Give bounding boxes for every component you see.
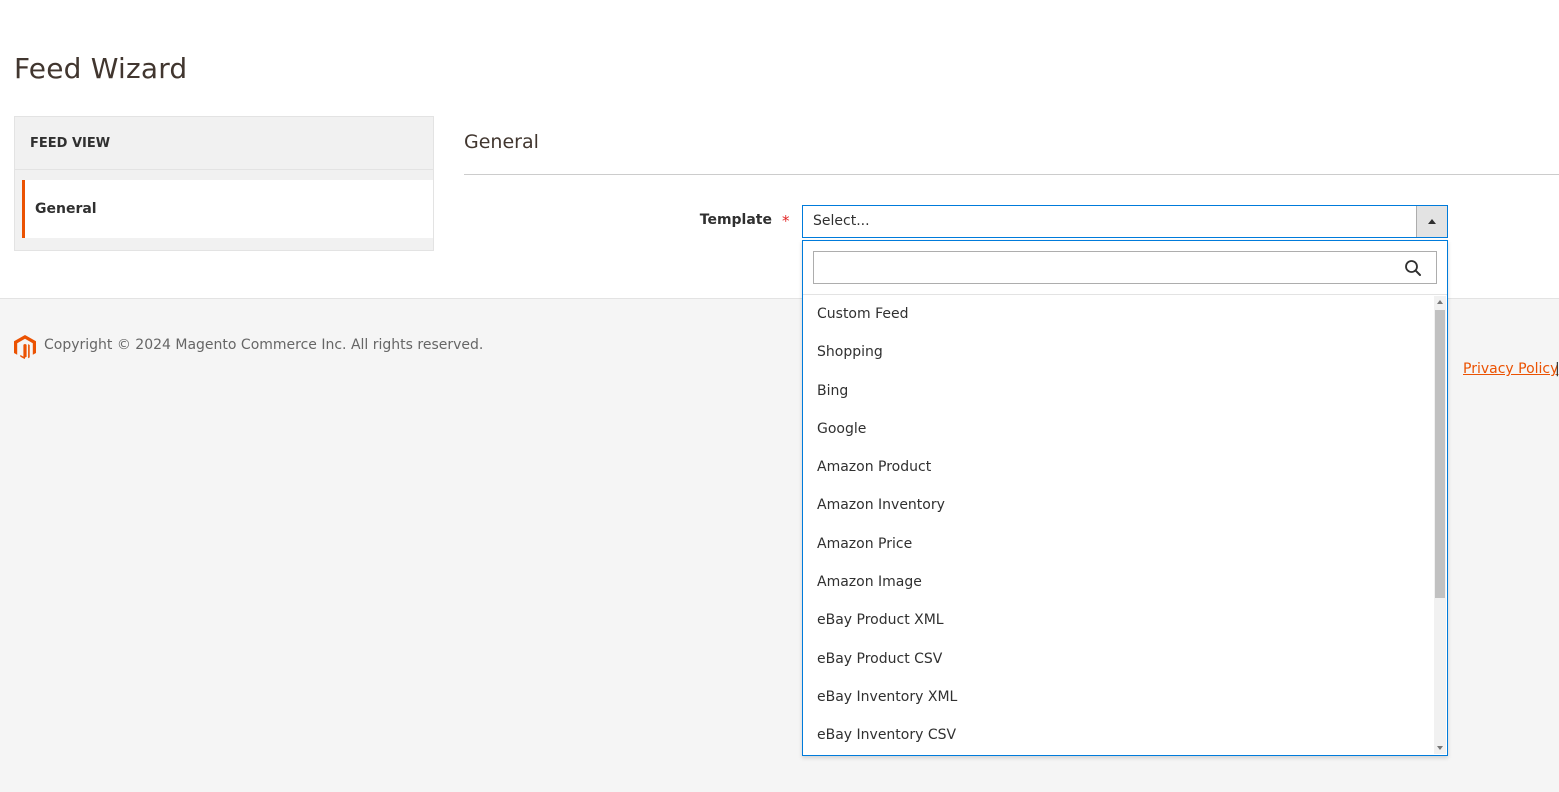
magento-logo-icon [14, 335, 36, 359]
sidebar: FEED VIEW General [14, 116, 434, 251]
template-label: Template [699, 212, 772, 228]
option-shopping[interactable]: Shopping [803, 333, 1433, 371]
scroll-down-arrow-icon[interactable] [1437, 746, 1443, 750]
sidebar-item-general[interactable]: General [22, 180, 433, 238]
required-indicator: * [782, 212, 790, 230]
option-ebay-inventory-csv[interactable]: eBay Inventory CSV [803, 716, 1433, 754]
option-google[interactable]: Google [803, 410, 1433, 448]
template-search-input[interactable] [814, 252, 1394, 283]
template-select-toggle[interactable] [1416, 206, 1447, 237]
option-amazon-inventory[interactable]: Amazon Inventory [803, 486, 1433, 524]
option-amazon-price[interactable]: Amazon Price [803, 525, 1433, 563]
privacy-policy-link[interactable]: Privacy Policy [1463, 361, 1558, 377]
section-divider [464, 174, 1559, 175]
template-search-box[interactable] [813, 251, 1437, 284]
option-ebay-product-csv[interactable]: eBay Product CSV [803, 640, 1433, 678]
section-title: General [464, 131, 539, 153]
option-ebay-product-xml[interactable]: eBay Product XML [803, 601, 1433, 639]
option-custom-feed[interactable]: Custom Feed [803, 295, 1433, 333]
scrollbar-thumb[interactable] [1435, 310, 1445, 598]
page-title: Feed Wizard [14, 52, 188, 85]
dropdown-scrollbar[interactable] [1434, 296, 1446, 754]
option-bing[interactable]: Bing [803, 372, 1433, 410]
footer-link-separator: | [1555, 361, 1559, 377]
option-amazon-product[interactable]: Amazon Product [803, 448, 1433, 486]
copyright-text: Copyright © 2024 Magento Commerce Inc. A… [44, 337, 484, 353]
option-amazon-image[interactable]: Amazon Image [803, 563, 1433, 601]
template-options-list: Custom Feed Shopping Bing Google Amazon … [803, 295, 1433, 755]
search-icon[interactable] [1404, 259, 1422, 277]
sidebar-title: FEED VIEW [15, 117, 433, 170]
chevron-up-icon [1428, 219, 1436, 224]
template-select-value: Select... [813, 213, 870, 229]
template-dropdown: Custom Feed Shopping Bing Google Amazon … [802, 240, 1448, 756]
scroll-up-arrow-icon[interactable] [1437, 300, 1443, 304]
template-select[interactable]: Select... [802, 205, 1448, 238]
option-ebay-inventory-xml[interactable]: eBay Inventory XML [803, 678, 1433, 716]
